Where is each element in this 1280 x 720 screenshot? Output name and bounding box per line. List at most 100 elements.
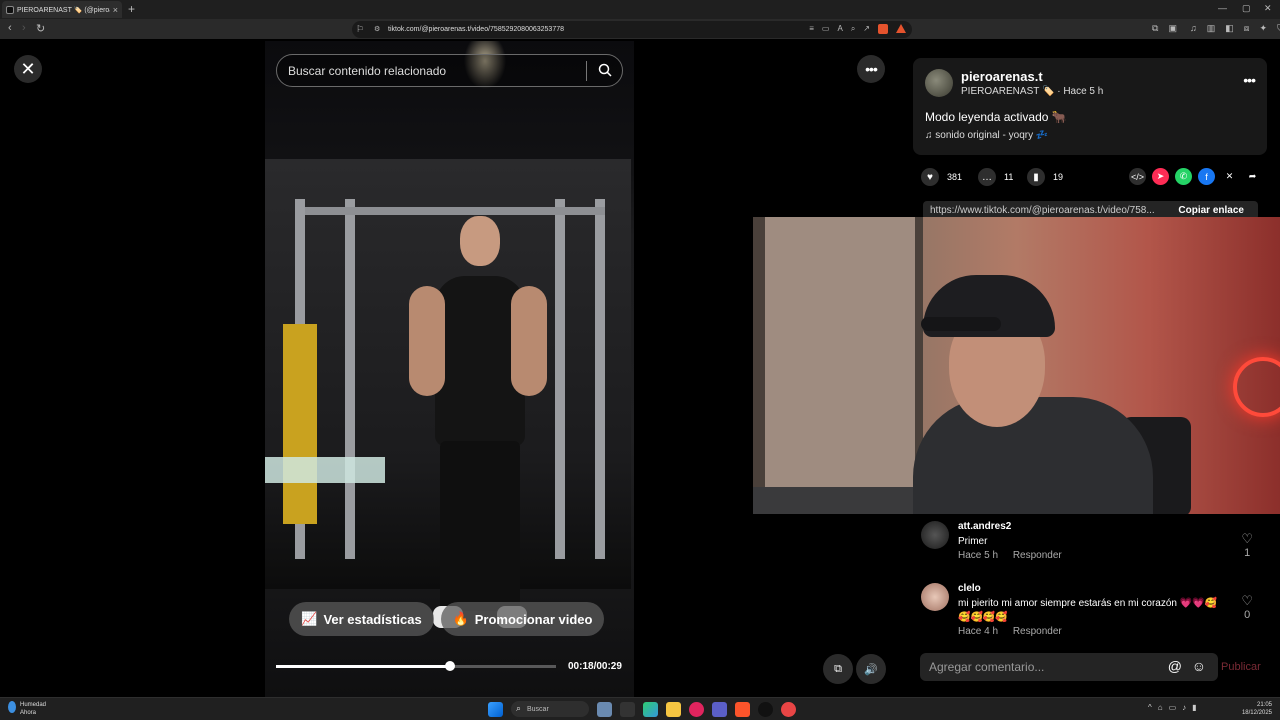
comment-avatar[interactable] bbox=[921, 583, 949, 611]
battery-icon[interactable]: ▮ bbox=[1192, 703, 1196, 712]
search-divider bbox=[586, 61, 587, 81]
site-info-icon[interactable]: ⚙ bbox=[374, 25, 380, 33]
url-bar[interactable]: ⚐ ⚙ tiktok.com/@pieroarenas.t/video/7585… bbox=[352, 21, 912, 38]
view-stats-label: Ver estadísticas bbox=[323, 611, 422, 627]
video-player[interactable] bbox=[265, 41, 634, 697]
view-stats-button[interactable]: 📈 Ver estadísticas bbox=[289, 602, 434, 636]
back-icon[interactable]: ‹ bbox=[8, 22, 12, 34]
display-icon[interactable]: ▭ bbox=[1169, 703, 1177, 712]
comment-like-count: 1 bbox=[1244, 547, 1251, 559]
clock[interactable]: 21:05 18/12/2025 bbox=[1242, 701, 1272, 717]
reply-button[interactable]: Responder bbox=[1013, 550, 1062, 561]
new-tab-button[interactable]: + bbox=[128, 2, 135, 16]
comment-input[interactable]: Agregar comentario... @ ☺ bbox=[920, 653, 1218, 681]
screenshot-icon[interactable]: ▭ bbox=[822, 24, 830, 34]
comment-item: clelo mi pierito mi amor siempre estarás… bbox=[921, 583, 1261, 638]
chevron-up-icon[interactable]: ^ bbox=[1148, 703, 1152, 712]
music-icon[interactable]: ♫ bbox=[1190, 23, 1197, 34]
chart-icon: 📈 bbox=[301, 611, 318, 626]
mention-icon[interactable]: @ bbox=[1168, 658, 1182, 674]
translate-icon[interactable]: A bbox=[837, 24, 842, 34]
post-sound[interactable]: ♫ sonido original - yoqry 💤 bbox=[925, 130, 1048, 141]
music-note-icon: ♫ bbox=[925, 130, 933, 141]
minimize-icon[interactable]: — bbox=[1218, 3, 1227, 13]
taskbar-search[interactable]: Buscar bbox=[511, 701, 589, 717]
reader-icon[interactable]: ≡ bbox=[809, 24, 814, 34]
app-icon-2[interactable] bbox=[781, 701, 796, 717]
whatsapp-icon[interactable]: ✆ bbox=[1175, 168, 1192, 185]
post-info-card: pieroarenas.t PIEROARENAST 🏷️ · Hace 5 h… bbox=[913, 58, 1267, 155]
comment-avatar[interactable] bbox=[921, 521, 949, 549]
promote-video-button[interactable]: 🔥 Promocionar video bbox=[441, 602, 604, 636]
tabs-icon[interactable]: ⧈ bbox=[1244, 23, 1250, 34]
wallet-icon[interactable]: ▣ bbox=[1168, 23, 1177, 34]
author-nickname: PIEROARENAST 🏷️ bbox=[961, 86, 1055, 97]
x-icon[interactable]: ✕ bbox=[1221, 168, 1238, 185]
post-more-icon[interactable]: ••• bbox=[1243, 72, 1256, 88]
teams-icon[interactable] bbox=[712, 701, 727, 717]
comment-like[interactable]: ♡ 0 bbox=[1241, 593, 1253, 621]
weather-widget[interactable]: Humedad Ahora bbox=[8, 701, 46, 717]
forward-icon[interactable]: › bbox=[22, 22, 26, 34]
share-icon[interactable]: ↗ bbox=[863, 24, 870, 34]
related-search-input[interactable]: Buscar contenido relacionado bbox=[276, 54, 623, 87]
close-video-button[interactable]: ✕ bbox=[14, 55, 42, 83]
app-icon[interactable] bbox=[689, 701, 704, 717]
author-username[interactable]: pieroarenas.t bbox=[961, 69, 1043, 84]
pip-icon: ⧉ bbox=[834, 662, 842, 675]
comment-action[interactable]: … 11 bbox=[978, 168, 1013, 186]
progress-knob[interactable] bbox=[444, 661, 455, 671]
pip-button[interactable]: ⧉ bbox=[823, 654, 853, 684]
copy-link-button[interactable]: Copiar enlace bbox=[1178, 205, 1244, 216]
reload-icon[interactable]: ↻ bbox=[36, 22, 45, 35]
browser-tab[interactable]: PIEROARENAST 🏷️ (@pieroa... × bbox=[2, 1, 122, 18]
extensions-puzzle-icon[interactable]: ✦ bbox=[1260, 23, 1268, 34]
video-progress-bar[interactable] bbox=[276, 661, 556, 671]
comment-username[interactable]: clelo bbox=[958, 583, 981, 594]
file-explorer-icon[interactable] bbox=[666, 701, 681, 717]
heart-outline-icon: ♡ bbox=[1241, 531, 1253, 546]
comment-like[interactable]: ♡ 1 bbox=[1241, 531, 1253, 559]
embed-icon[interactable]: </> bbox=[1129, 168, 1146, 185]
window-close-icon[interactable]: ✕ bbox=[1264, 3, 1272, 14]
tiktok-page: ✕ Buscar contenido relacionado 📈 Ver est… bbox=[0, 41, 1280, 697]
share-arrow-icon[interactable]: ➦ bbox=[1244, 168, 1261, 185]
save-action[interactable]: ▮ 19 bbox=[1027, 168, 1063, 186]
obs-icon[interactable] bbox=[758, 701, 773, 717]
maximize-icon[interactable]: ▢ bbox=[1242, 3, 1251, 14]
send-to-friends-icon[interactable]: ➤ bbox=[1152, 168, 1169, 185]
widgets-icon[interactable] bbox=[597, 701, 612, 717]
zoom-icon[interactable]: ⌕ bbox=[851, 24, 855, 34]
comment-count: 11 bbox=[1004, 172, 1014, 182]
comment-time: Hace 4 h bbox=[958, 626, 999, 637]
brave-shields-icon[interactable] bbox=[878, 24, 888, 34]
reply-button[interactable]: Responder bbox=[1013, 626, 1062, 637]
bookmark-icon[interactable]: ⚐ bbox=[356, 24, 364, 35]
network-icon[interactable]: ⌂ bbox=[1158, 703, 1163, 712]
copilot-icon[interactable] bbox=[643, 701, 658, 717]
author-avatar[interactable] bbox=[925, 69, 953, 97]
volume-icon: 🔊 bbox=[864, 663, 878, 676]
clock-date: 18/12/2025 bbox=[1241, 710, 1272, 716]
video-more-button[interactable]: ••• bbox=[857, 55, 885, 83]
like-action[interactable]: ♥ 381 bbox=[921, 168, 962, 186]
speaker-icon[interactable]: ♪ bbox=[1182, 703, 1186, 712]
comment-username[interactable]: att.andres2 bbox=[958, 521, 1011, 532]
volume-button[interactable]: 🔊 bbox=[856, 654, 886, 684]
subline-separator: · bbox=[1057, 86, 1061, 97]
task-view-icon[interactable] bbox=[620, 701, 635, 717]
sidebar-icon[interactable]: ▥ bbox=[1207, 23, 1216, 34]
close-icon: ✕ bbox=[20, 58, 36, 79]
facebook-icon[interactable]: f bbox=[1198, 168, 1215, 185]
search-icon[interactable] bbox=[598, 63, 612, 77]
brave-rewards-icon[interactable] bbox=[896, 24, 906, 33]
post-description: Modo leyenda activado 🐂 bbox=[925, 110, 1067, 124]
tab-close-icon[interactable]: × bbox=[113, 5, 118, 15]
publish-button[interactable]: Publicar bbox=[1221, 661, 1261, 673]
extension-icon[interactable]: ⧉ bbox=[1152, 23, 1158, 34]
windows-start-icon[interactable] bbox=[488, 701, 503, 717]
comment-text: Primer bbox=[958, 536, 988, 547]
emoji-icon[interactable]: ☺ bbox=[1192, 658, 1206, 674]
brave-browser-icon[interactable] bbox=[735, 701, 750, 717]
split-view-icon[interactable]: ◧ bbox=[1225, 23, 1234, 34]
